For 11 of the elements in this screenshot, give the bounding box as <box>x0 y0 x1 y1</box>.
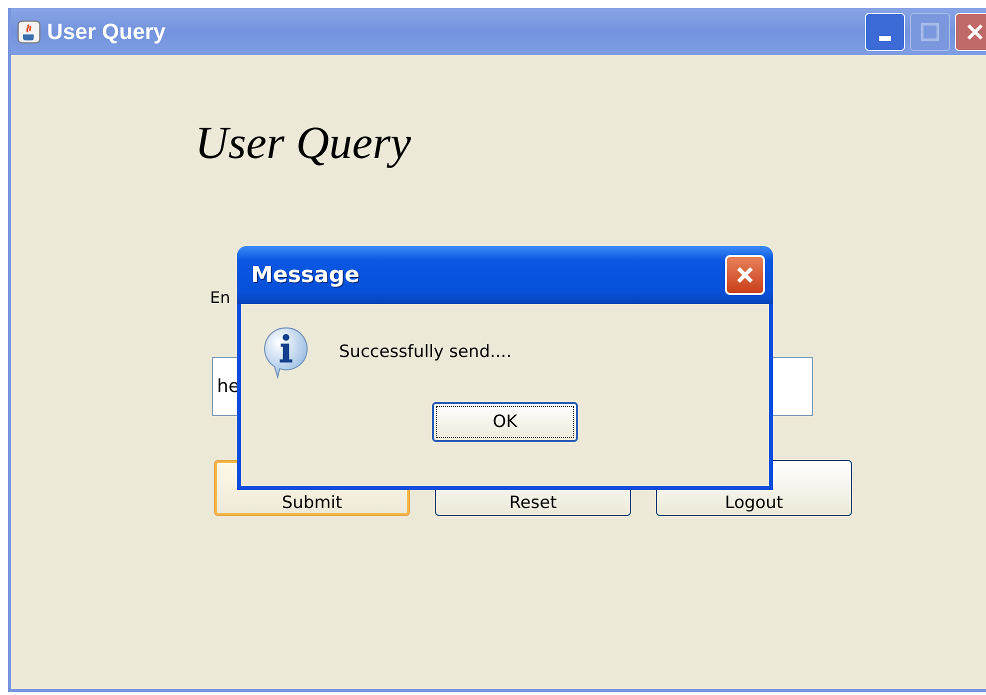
cup-icon <box>17 20 41 44</box>
field-label: En <box>210 288 230 307</box>
close-button[interactable] <box>955 12 986 50</box>
window-title: User Query <box>47 18 167 44</box>
message-text: Successfully send.... <box>339 342 512 362</box>
ok-button[interactable]: OK <box>432 402 578 442</box>
close-button[interactable] <box>725 255 765 295</box>
minimize-button[interactable] <box>865 12 905 50</box>
dialog-title: Message <box>251 262 361 288</box>
minimize-icon <box>879 36 891 41</box>
form-heading: User Query <box>195 116 411 170</box>
